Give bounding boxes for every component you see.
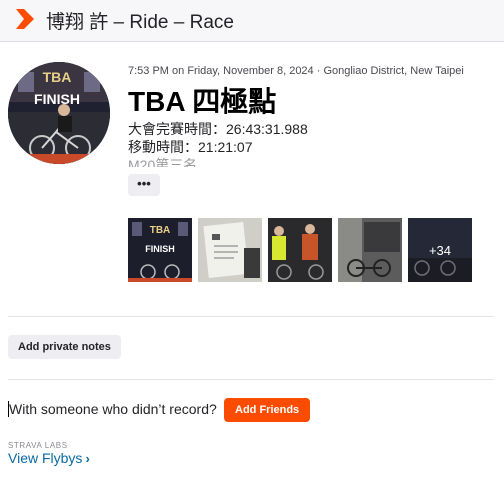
photo-thumbnail-4[interactable] [338,218,402,282]
add-friends-button[interactable]: Add Friends [224,398,311,422]
view-flybys-link[interactable]: View Flybys › [8,450,90,466]
description-line-2: 移動時間：21:21:07 [128,139,253,155]
description-line-3: M20第三名 [128,157,198,167]
strava-labs-label: STRAVA LABS [8,441,68,450]
chevron-right-icon: › [85,451,90,466]
more-photos-count: +34 [408,218,472,282]
view-flybys-label: View Flybys [8,450,83,466]
section-divider [8,379,494,380]
thumb-finish-text: FINISH [145,244,175,254]
strava-chevron-icon[interactable] [16,9,34,29]
with-someone-prompt: With someone who didn’t record? [9,401,217,417]
avatar-badge-text: TBA [43,69,72,85]
photo-thumbnail-3[interactable] [268,218,332,282]
section-divider [8,316,494,317]
description-line-1: 大會完賽時間：26:43:31.988 [128,121,308,137]
add-private-notes-button[interactable]: Add private notes [8,335,121,359]
avatar-finish-text: FINISH [34,91,80,107]
activity-name: TBA 四極點 [128,86,277,117]
page-title: 博翔 許 – Ride – Race [46,12,234,33]
photo-thumbnail-5[interactable]: +34 [408,218,472,282]
athlete-avatar[interactable]: TBA FINISH [8,62,110,164]
photo-thumbnail-2[interactable] [198,218,262,282]
thumb-badge-text: TBA [150,225,171,236]
more-options-button[interactable]: ••• [128,174,160,196]
activity-meta: 7:53 PM on Friday, November 8, 2024 · Go… [128,65,464,77]
top-bar: 博翔 許 – Ride – Race [0,0,504,42]
photo-thumbnail-1[interactable]: TBA FINISH [128,218,192,282]
